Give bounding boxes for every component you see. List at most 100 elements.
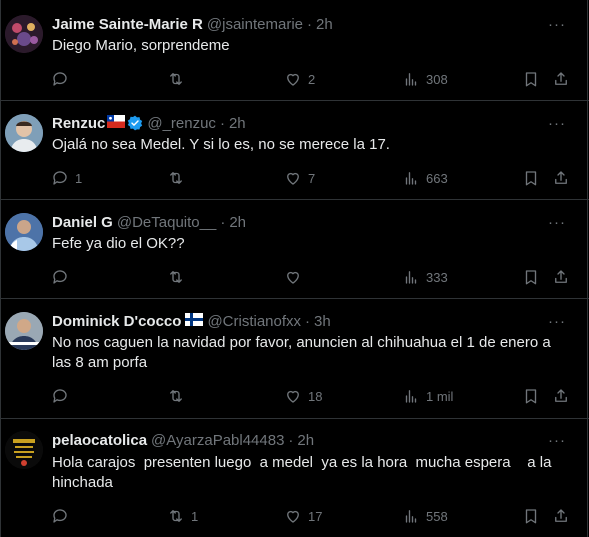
separator-dot: ·	[219, 114, 225, 132]
reply-button[interactable]	[51, 267, 75, 287]
bookmark-button[interactable]	[522, 168, 540, 188]
heart-icon	[287, 510, 299, 523]
more-dots-icon: ···	[548, 431, 566, 449]
view-count: 663	[426, 170, 448, 186]
tweet[interactable]: Renzuc @_renzuc · 2h ··· Ojalá no sea Me…	[0, 101, 589, 200]
timestamp[interactable]: 2h	[316, 16, 333, 33]
like-button[interactable]: 17	[284, 506, 322, 526]
share-button[interactable]	[552, 267, 570, 287]
views-button[interactable]: 308	[402, 69, 448, 89]
more-dots-icon: ···	[548, 114, 566, 132]
reply-button[interactable]: 1	[51, 168, 82, 188]
tweet[interactable]: Daniel G @DeTaquito__ · 2h ··· Fefe ya d…	[0, 200, 589, 299]
more-options-button[interactable]: ···	[547, 113, 567, 133]
share-button[interactable]	[552, 386, 570, 406]
reply-button[interactable]	[51, 69, 75, 89]
views-button[interactable]: 333	[402, 267, 448, 287]
retweet-button[interactable]	[167, 168, 191, 188]
author-name[interactable]: Daniel G	[52, 214, 113, 231]
tweet[interactable]: Dominick D'cocco @Cristianofxx · 3h ··· …	[0, 299, 589, 419]
share-button[interactable]	[552, 69, 570, 89]
more-dots-icon: ···	[548, 312, 566, 330]
retweet-button[interactable]	[167, 386, 191, 406]
tweet-text: Ojalá no sea Medel. Y si lo es, no se me…	[52, 136, 390, 153]
author-name[interactable]: Renzuc	[52, 115, 105, 132]
view-count: 333	[426, 269, 448, 285]
reply-icon	[53, 509, 67, 523]
reply-icon	[53, 72, 67, 86]
more-options-button[interactable]: ···	[547, 311, 567, 331]
reply-count: 1	[75, 170, 83, 186]
like-count: 18	[308, 388, 323, 404]
bookmark-icon	[525, 509, 537, 524]
bookmark-button[interactable]	[522, 69, 540, 89]
reply-feed: Jaime Sainte-Marie R @jsaintemarie · 2h …	[0, 0, 589, 537]
action-bar: 1 7 663	[44, 168, 584, 188]
tweet[interactable]: pelaocatolica @AyarzaPabl44483 · 2h ··· …	[0, 419, 589, 537]
author-name[interactable]: Jaime Sainte-Marie R	[52, 16, 203, 33]
share-icon	[555, 509, 567, 522]
tweet-header: Daniel G @DeTaquito__ · 2h	[52, 212, 246, 232]
timestamp[interactable]: 2h	[297, 432, 314, 449]
like-button[interactable]: 18	[284, 386, 322, 406]
retweet-button[interactable]: 1	[167, 506, 198, 526]
avatar[interactable]	[5, 15, 43, 53]
retweet-button[interactable]	[167, 69, 191, 89]
timestamp[interactable]: 3h	[314, 313, 331, 330]
retweet-button[interactable]	[167, 267, 191, 287]
views-button[interactable]: 558	[402, 506, 448, 526]
bookmark-button[interactable]	[522, 267, 540, 287]
tweet-header: Dominick D'cocco @Cristianofxx · 3h	[52, 311, 331, 331]
tweet-text: Hola carajos presenten luego a medel ya …	[52, 454, 556, 491]
author-name[interactable]: pelaocatolica	[52, 432, 147, 449]
more-options-button[interactable]: ···	[547, 430, 567, 450]
views-button[interactable]: 1 mil	[402, 386, 453, 406]
tweet-text: Diego Mario, sorprendeme	[52, 37, 230, 54]
author-name[interactable]: Dominick D'cocco	[52, 313, 181, 330]
bookmark-icon	[525, 72, 537, 87]
views-button[interactable]: 663	[402, 168, 448, 188]
heart-icon	[287, 271, 299, 284]
like-button[interactable]	[284, 267, 308, 287]
more-options-button[interactable]: ···	[547, 14, 567, 34]
bookmark-icon	[525, 389, 537, 404]
share-icon	[555, 389, 567, 402]
view-count: 308	[426, 71, 448, 87]
finland-flag-icon	[185, 312, 204, 330]
retweet-icon	[170, 172, 182, 184]
views-icon	[405, 172, 417, 185]
author-handle[interactable]: @DeTaquito__	[117, 214, 216, 231]
action-bar: 1 17 558	[44, 506, 584, 526]
timestamp[interactable]: 2h	[229, 214, 246, 231]
avatar[interactable]	[5, 114, 43, 152]
separator-dot: ·	[307, 15, 312, 33]
tweet-header: Renzuc @_renzuc · 2h	[52, 113, 246, 133]
timestamp[interactable]: 2h	[229, 115, 246, 132]
more-options-button[interactable]: ···	[547, 212, 567, 232]
share-button[interactable]	[552, 506, 570, 526]
views-icon	[405, 73, 417, 86]
author-handle[interactable]: @_renzuc	[147, 115, 216, 132]
bookmark-button[interactable]	[522, 506, 540, 526]
views-icon	[405, 510, 417, 523]
author-handle[interactable]: @Cristianofxx	[207, 313, 301, 330]
tweet-header: Jaime Sainte-Marie R @jsaintemarie · 2h	[52, 14, 333, 34]
like-button[interactable]: 7	[284, 168, 315, 188]
bookmark-icon	[525, 270, 537, 285]
avatar[interactable]	[5, 431, 43, 469]
avatar[interactable]	[5, 213, 43, 251]
author-handle[interactable]: @AyarzaPabl44483	[151, 432, 284, 449]
tweet[interactable]: Jaime Sainte-Marie R @jsaintemarie · 2h …	[0, 0, 589, 101]
tweet-text: No nos caguen la navidad por favor, anun…	[52, 334, 551, 371]
reply-button[interactable]	[51, 506, 75, 526]
author-handle[interactable]: @jsaintemarie	[207, 16, 303, 33]
action-bar: 2 308	[44, 69, 584, 89]
separator-dot: ·	[220, 213, 226, 231]
avatar[interactable]	[5, 312, 43, 350]
tweet-text: Fefe ya dio el OK??	[52, 235, 185, 252]
reply-button[interactable]	[51, 386, 75, 406]
heart-icon	[287, 172, 299, 185]
bookmark-button[interactable]	[522, 386, 540, 406]
like-button[interactable]: 2	[284, 69, 315, 89]
share-button[interactable]	[552, 168, 570, 188]
